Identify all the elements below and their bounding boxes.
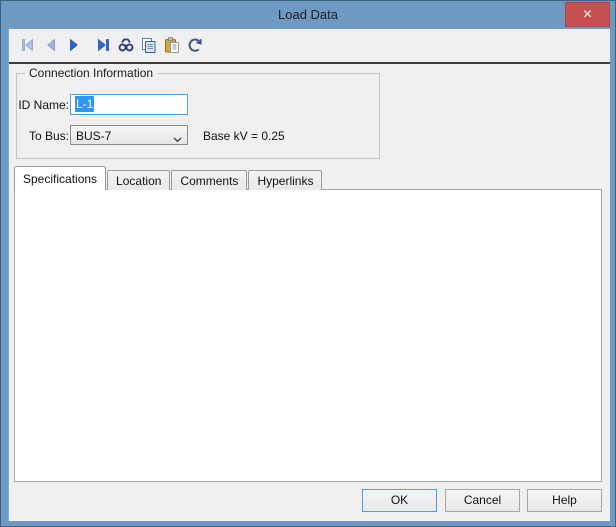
tab-strip: Specifications Location Comments Hyperli… [14,166,323,190]
to-bus-label: To Bus: [17,129,69,143]
previous-record-icon[interactable] [41,36,60,54]
id-name-label: ID Name: [17,98,69,112]
tab-location[interactable]: Location [107,170,170,190]
help-button[interactable]: Help [527,489,602,512]
next-record-icon[interactable] [64,36,83,54]
tab-specifications[interactable]: Specifications [14,166,106,190]
copy-icon[interactable] [139,36,158,54]
titlebar[interactable]: Load Data × [1,1,615,29]
close-icon: × [583,6,592,23]
paste-icon[interactable] [162,36,181,54]
window-title: Load Data [1,1,615,28]
base-kv-text: Base kV = 0.25 [203,129,285,143]
to-bus-value: BUS-7 [76,129,111,143]
close-button[interactable]: × [565,2,610,27]
cancel-button[interactable]: Cancel [445,489,520,512]
connection-information-legend: Connection Information [25,66,157,80]
ok-button[interactable]: OK [362,489,437,512]
find-icon[interactable] [116,36,135,54]
tab-comments[interactable]: Comments [171,170,247,190]
last-record-icon[interactable] [93,36,112,54]
chevron-down-icon [173,132,182,145]
refresh-icon[interactable] [185,36,204,54]
toolbar-separator [9,62,610,64]
specifications-tab-panel [14,189,602,482]
dialog-body: Connection Information ID Name: L-1 To B… [8,29,610,521]
id-name-input[interactable]: L-1 [70,94,188,115]
to-bus-combobox[interactable]: BUS-7 [70,125,188,145]
id-name-selected-text: L-1 [75,96,94,112]
record-toolbar [9,29,610,61]
first-record-icon[interactable] [18,36,37,54]
load-data-dialog: Load Data × [0,0,616,527]
tab-hyperlinks[interactable]: Hyperlinks [248,170,322,190]
connection-information-group: Connection Information [16,73,380,159]
